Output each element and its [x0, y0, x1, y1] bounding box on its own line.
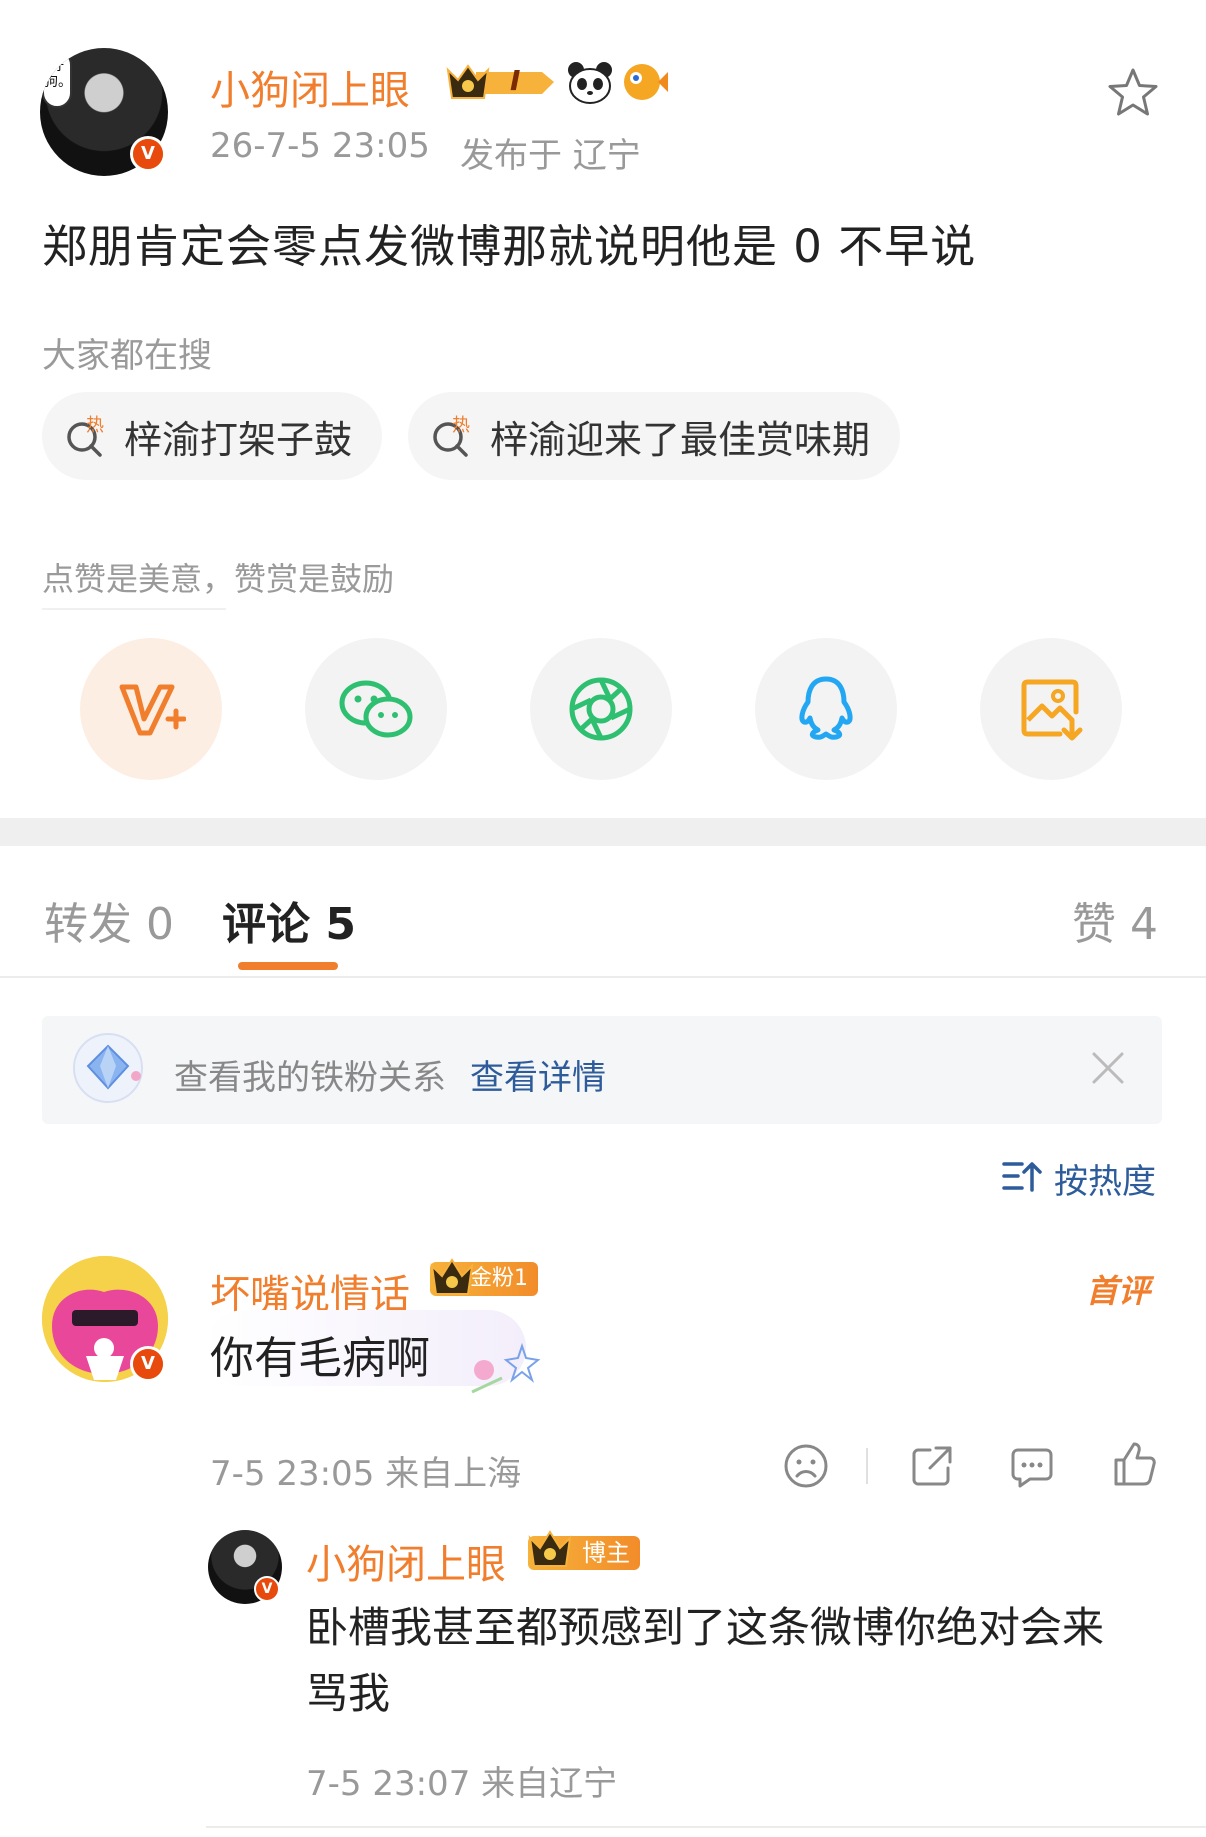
reply-divider [206, 1826, 1206, 1828]
post-location: 发布于 辽宁 [460, 136, 641, 176]
blogger-badge: 博主 [528, 1530, 640, 1570]
hint-underline [42, 608, 226, 610]
reply-author-name[interactable]: 小狗闭上眼 [306, 1532, 506, 1590]
post-time: 26-7-5 23:05 [210, 126, 430, 166]
save-image-icon [1021, 679, 1083, 741]
moments-share-button[interactable] [530, 638, 672, 780]
post-text: 郑朋肯定会零点发微博那就说明他是 0 不早说 [42, 220, 977, 273]
sparkle-decoration-icon [462, 1340, 546, 1406]
like-thumb-icon[interactable] [1110, 1440, 1158, 1488]
wechat-share-button[interactable] [305, 638, 447, 780]
qq-penguin-icon [799, 676, 853, 740]
reward-button[interactable] [80, 638, 222, 780]
sort-by-hot-button[interactable]: 按热度 [1054, 1154, 1156, 1203]
wechat-icon [339, 680, 413, 738]
search-pill[interactable]: 热 梓渝迎来了最佳赏味期 [408, 392, 900, 480]
moments-aperture-icon [569, 677, 633, 741]
crown-icon [528, 1530, 572, 1567]
gold-fan-badge: 金粉1 [430, 1258, 538, 1296]
verified-badge-icon: V [130, 1346, 166, 1382]
search-pill-label: 梓渝打架子鼓 [123, 417, 352, 462]
share-icon[interactable] [908, 1442, 956, 1490]
svg-text:热: 热 [86, 415, 104, 436]
reply-text-line1: 卧槽我甚至都预感到了这条微博你绝对会来 [306, 1603, 1105, 1652]
verified-badge-icon: V [254, 1576, 280, 1602]
tab-like[interactable]: 赞 4 [1072, 888, 1158, 952]
hot-search-icon: 热 [433, 415, 470, 457]
avatar-bubble: 好狗。 [42, 50, 72, 108]
sort-icon [1002, 1158, 1042, 1194]
save-image-button[interactable] [980, 638, 1122, 780]
hot-search-icon: 热 [67, 415, 104, 457]
diamond-fan-icon [70, 1030, 146, 1106]
reply-meta: 7-5 23:07 来自辽宁 [306, 1764, 618, 1804]
member-crown-badge-icon [446, 60, 558, 104]
reward-hint: 点赞是美意，赞赏是鼓励 [42, 560, 395, 598]
active-tab-indicator [238, 962, 338, 970]
post-author-name[interactable]: 小狗闭上眼 [210, 58, 410, 116]
crown-icon [430, 1258, 474, 1295]
section-separator [0, 818, 1206, 846]
dislike-sad-face-icon[interactable] [782, 1442, 830, 1490]
comment-text: 你有毛病啊 [210, 1333, 430, 1384]
favorite-star-icon[interactable] [1106, 66, 1160, 120]
reward-v-plus-icon [119, 684, 186, 736]
level-number: I [510, 64, 521, 97]
reply-text-line2: 骂我 [306, 1669, 391, 1718]
tab-repost[interactable]: 转发 0 [44, 888, 174, 952]
fan-relation-text: 查看我的铁粉关系 [174, 1058, 446, 1098]
fish-icon [620, 58, 668, 104]
search-pill-label: 梓渝迎来了最佳赏味期 [489, 417, 870, 462]
search-section-label: 大家都在搜 [42, 336, 212, 376]
tab-comment[interactable]: 评论 5 [222, 888, 356, 952]
first-comment-tag: 首评 [1086, 1272, 1151, 1310]
search-pill[interactable]: 热 梓渝打架子鼓 [42, 392, 382, 480]
comment-meta: 7-5 23:05 来自上海 [210, 1454, 522, 1494]
close-icon[interactable] [1090, 1050, 1126, 1086]
verified-badge-icon: V [130, 136, 166, 172]
panda-icon [566, 60, 614, 104]
tabs-divider [0, 976, 1206, 978]
qq-share-button[interactable] [755, 638, 897, 780]
svg-text:热: 热 [452, 415, 470, 436]
fan-relation-link[interactable]: 查看详情 [470, 1050, 606, 1099]
reply-comment-icon[interactable] [1008, 1442, 1056, 1490]
action-divider [866, 1448, 868, 1484]
